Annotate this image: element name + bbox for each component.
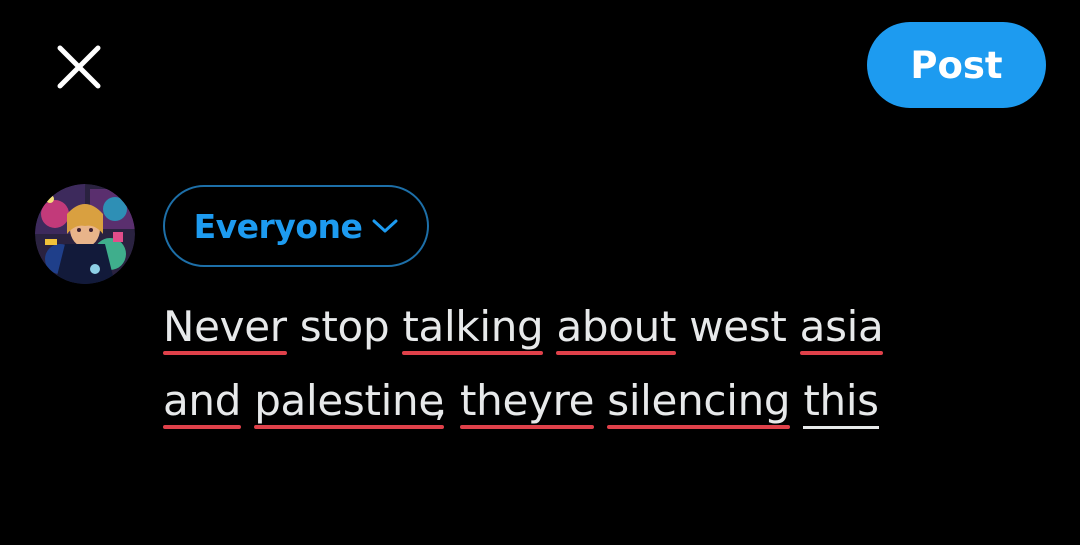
word: stop	[299, 302, 390, 351]
word-misspelled[interactable]: palestine	[254, 364, 444, 438]
word-misspelled[interactable]: asia	[799, 290, 884, 364]
post-button[interactable]: Post	[867, 22, 1046, 108]
compose-line-1: Never stop talking about west asia	[163, 290, 1043, 364]
post-text-area[interactable]: Never stop talking about west asia and p…	[163, 290, 1043, 438]
word-misspelled[interactable]: theyre	[460, 364, 594, 438]
word-current[interactable]: this	[803, 364, 880, 438]
word-misspelled[interactable]: silencing	[607, 364, 791, 438]
user-avatar-icon	[35, 184, 135, 284]
audience-selector[interactable]: Everyone	[163, 185, 429, 267]
close-icon	[57, 45, 101, 89]
compose-line-2: and palestine, theyre silencing this	[163, 364, 1043, 438]
word-misspelled[interactable]: about	[556, 290, 676, 364]
word: west	[689, 302, 787, 351]
close-button[interactable]	[50, 38, 108, 96]
word-misspelled[interactable]: Never	[163, 290, 287, 364]
word-misspelled[interactable]: and	[163, 364, 241, 438]
chevron-down-icon	[372, 219, 398, 233]
word-misspelled[interactable]: talking	[402, 290, 544, 364]
avatar[interactable]	[35, 184, 135, 284]
comma: ,	[433, 376, 447, 425]
audience-label: Everyone	[193, 206, 363, 246]
